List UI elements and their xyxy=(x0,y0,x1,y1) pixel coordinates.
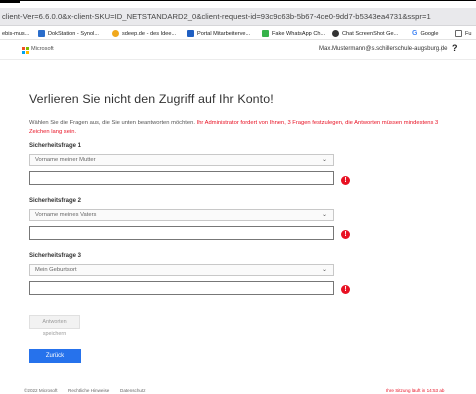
error-icon: ! xyxy=(341,230,350,239)
user-account[interactable]: Max.Mustermann@s.schillerschule-augsburg… xyxy=(319,46,447,52)
brand-name: Microsoft xyxy=(31,46,54,52)
bookmark-label: DokStation - Synol... xyxy=(48,30,99,37)
bookmark-whatsapp[interactable]: Fake WhatsApp Ch... xyxy=(262,29,325,38)
bookmark-label: Google xyxy=(420,30,439,37)
bookmark-chat-screenshot[interactable]: Chat ScreenShot Ge... xyxy=(332,29,398,38)
footer: ©2022 Microsoft Rechtliche Hinweise Date… xyxy=(0,388,476,394)
bookmark-portal[interactable]: Portal Mitarbeiterve... xyxy=(187,29,250,38)
microsoft-logo-icon xyxy=(22,47,29,54)
bookmark-label: Chat ScreenShot Ge... xyxy=(342,30,399,37)
bookmark-ebis[interactable]: ebis-mus... xyxy=(2,29,29,38)
error-icon: ! xyxy=(341,176,350,185)
question-3-label: Sicherheitsfrage 3 xyxy=(29,253,82,259)
question-2-selected: Vorname meines Vaters xyxy=(35,212,97,218)
error-icon: ! xyxy=(341,285,350,294)
bookmark-dokstation[interactable]: DokStation - Synol... xyxy=(38,29,99,38)
url-text[interactable]: client-Ver=6.6.0.0&x-client-SKU=ID_NETST… xyxy=(2,12,431,21)
question-3-answer[interactable] xyxy=(29,281,334,295)
bookmark-fu[interactable]: Fu xyxy=(455,29,472,38)
portal-icon xyxy=(187,30,194,37)
bookmark-label: Fu xyxy=(465,30,472,37)
save-answers-button[interactable]: Antworten speichern xyxy=(29,315,80,337)
session-timeout-notice: Ihre Sitzung läuft in 14:53 ab xyxy=(386,388,445,393)
window-border-line xyxy=(20,0,476,1)
chevron-down-icon: ⌄ xyxy=(321,212,327,218)
chevron-down-icon: ⌄ xyxy=(321,267,327,273)
bookmark-label: Fake WhatsApp Ch... xyxy=(272,30,326,37)
question-2-select[interactable]: Vorname meines Vaters ⌄ xyxy=(29,209,334,221)
question-2-label: Sicherheitsfrage 2 xyxy=(29,198,82,204)
help-icon[interactable]: ? xyxy=(452,43,458,53)
question-1-select[interactable]: Vorname meiner Mutter ⌄ xyxy=(29,154,334,166)
window-corner xyxy=(0,0,20,3)
footer-copyright: ©2022 Microsoft xyxy=(24,388,58,393)
header-separator: | xyxy=(441,46,443,52)
bookmark-label: sdeep.de - des Idee... xyxy=(122,30,177,37)
back-button[interactable]: Zurück xyxy=(29,349,81,363)
chevron-down-icon: ⌄ xyxy=(321,157,327,163)
footer-link-privacy[interactable]: Datenschutz xyxy=(120,388,146,393)
doc-icon xyxy=(455,30,462,37)
bookmark-label: Portal Mitarbeiterve... xyxy=(197,30,251,37)
question-2-answer[interactable] xyxy=(29,226,334,240)
bookmark-google[interactable]: G Google xyxy=(412,29,439,38)
whatsapp-icon xyxy=(262,30,269,37)
question-1-answer[interactable] xyxy=(29,171,334,185)
chat-icon xyxy=(332,30,339,37)
question-3-select[interactable]: Mein Geburtsort ⌄ xyxy=(29,264,334,276)
instructions: Wählen Sie die Fragen aus, die Sie unten… xyxy=(29,119,459,137)
window-top-edge xyxy=(0,0,476,8)
address-bar[interactable]: client-Ver=6.6.0.0&x-client-SKU=ID_NETST… xyxy=(0,8,476,26)
bookmarks-bar: ebis-mus... DokStation - Synol... sdeep.… xyxy=(0,26,476,40)
sdeep-icon xyxy=(112,30,119,37)
dokstation-icon xyxy=(38,30,45,37)
bookmark-sdeep[interactable]: sdeep.de - des Idee... xyxy=(112,29,176,38)
page-title: Verlieren Sie nicht den Zugriff auf Ihr … xyxy=(29,92,274,106)
google-icon: G xyxy=(412,30,418,37)
footer-link-legal[interactable]: Rechtliche Hinweise xyxy=(68,388,109,393)
bookmark-label: ebis-mus... xyxy=(2,30,30,37)
question-1-selected: Vorname meiner Mutter xyxy=(35,157,96,163)
ms-header: Microsoft Max.Mustermann@s.schillerschul… xyxy=(0,41,476,60)
question-1-label: Sicherheitsfrage 1 xyxy=(29,143,82,149)
instructions-text: Wählen Sie die Fragen aus, die Sie unten… xyxy=(29,120,195,126)
question-3-selected: Mein Geburtsort xyxy=(35,267,77,273)
